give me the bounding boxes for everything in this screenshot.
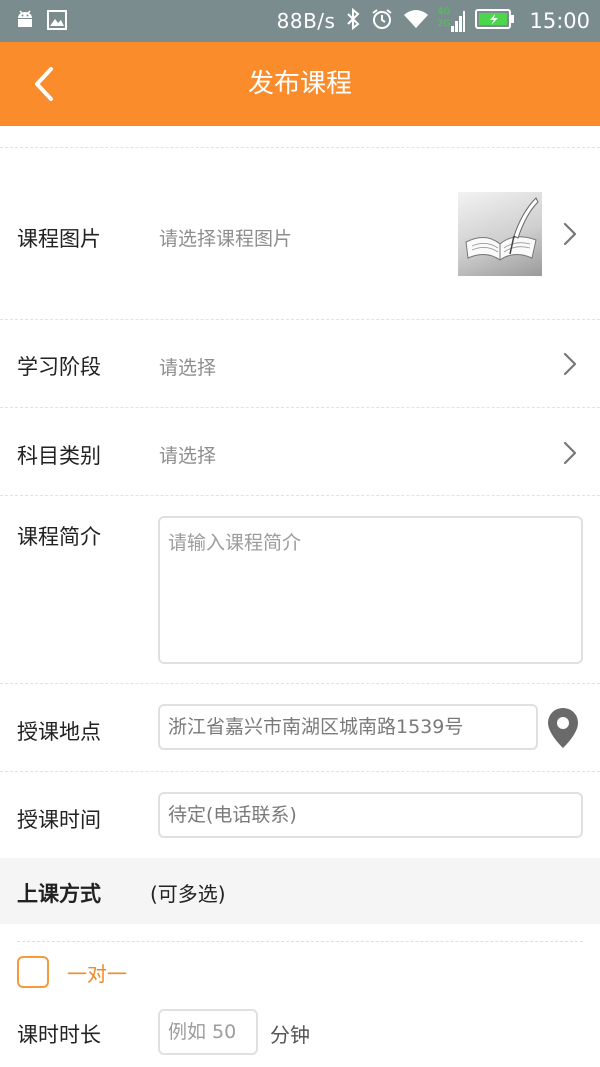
course-image-label: 课程图片 [17,227,101,251]
location-row: 授课地点 浙江省嘉兴市南湖区城南路1539号 [0,684,600,772]
class-time-label: 授课时间 [17,808,101,832]
class-method-section: 上课方式 (可多选) [0,858,600,924]
app-header: 发布课程 [0,42,600,126]
course-image-thumbnail[interactable] [458,192,542,276]
signal-icon: 4G 2G [437,7,466,35]
clock: 15:00 [529,9,590,33]
chevron-right-icon[interactable] [560,220,580,248]
bluetooth-icon [345,7,361,36]
wifi-icon [403,8,429,35]
option-one-on-one[interactable]: 一对一 [17,955,127,989]
map-pin-icon[interactable] [545,706,581,750]
divider [17,941,583,942]
network-speed: 88B/s [276,9,336,33]
battery-icon [475,8,515,35]
course-image-hint: 请选择课程图片 [159,228,293,250]
location-label: 授课地点 [17,720,101,744]
duration-label: 课时时长 [17,1023,101,1047]
alarm-icon [371,8,393,35]
learning-stage-hint: 请选择 [159,357,217,379]
header-spacer [0,126,600,148]
course-intro-textarea[interactable]: 请输入课程简介 [158,516,583,664]
course-intro-row: 课程简介 请输入课程简介 [0,496,600,684]
network-type-bottom: 2G [437,19,451,29]
page-title: 发布课程 [247,69,352,99]
class-method-label: 上课方式 [17,882,101,906]
chevron-right-icon[interactable] [560,350,580,378]
course-intro-label: 课程简介 [17,525,101,549]
one-on-one-checkbox[interactable] [17,956,49,988]
location-input[interactable]: 浙江省嘉兴市南湖区城南路1539号 [158,704,538,750]
learning-stage-label: 学习阶段 [17,355,101,379]
duration-unit: 分钟 [270,1023,310,1047]
class-time-row: 授课时间 待定(电话联系) [0,772,600,858]
class-time-input[interactable]: 待定(电话联系) [158,792,583,838]
status-bar: 88B/s 4G 2G 15:00 [0,0,600,42]
chevron-right-icon[interactable] [560,439,580,467]
image-icon [46,9,68,31]
subject-category-label: 科目类别 [17,444,101,468]
duration-input[interactable]: 例如 50 [158,1009,258,1055]
multi-select-note: (可多选) [150,882,226,906]
android-icon [14,9,36,31]
network-type-top: 4G [437,7,451,17]
one-on-one-label: 一对一 [67,961,127,986]
subject-category-row[interactable]: 科目类别 请选择 [0,408,600,496]
learning-stage-row[interactable]: 学习阶段 请选择 [0,320,600,408]
subject-category-hint: 请选择 [159,445,217,467]
book-quill-image [465,197,539,261]
course-image-row[interactable]: 课程图片 请选择课程图片 [0,148,600,320]
